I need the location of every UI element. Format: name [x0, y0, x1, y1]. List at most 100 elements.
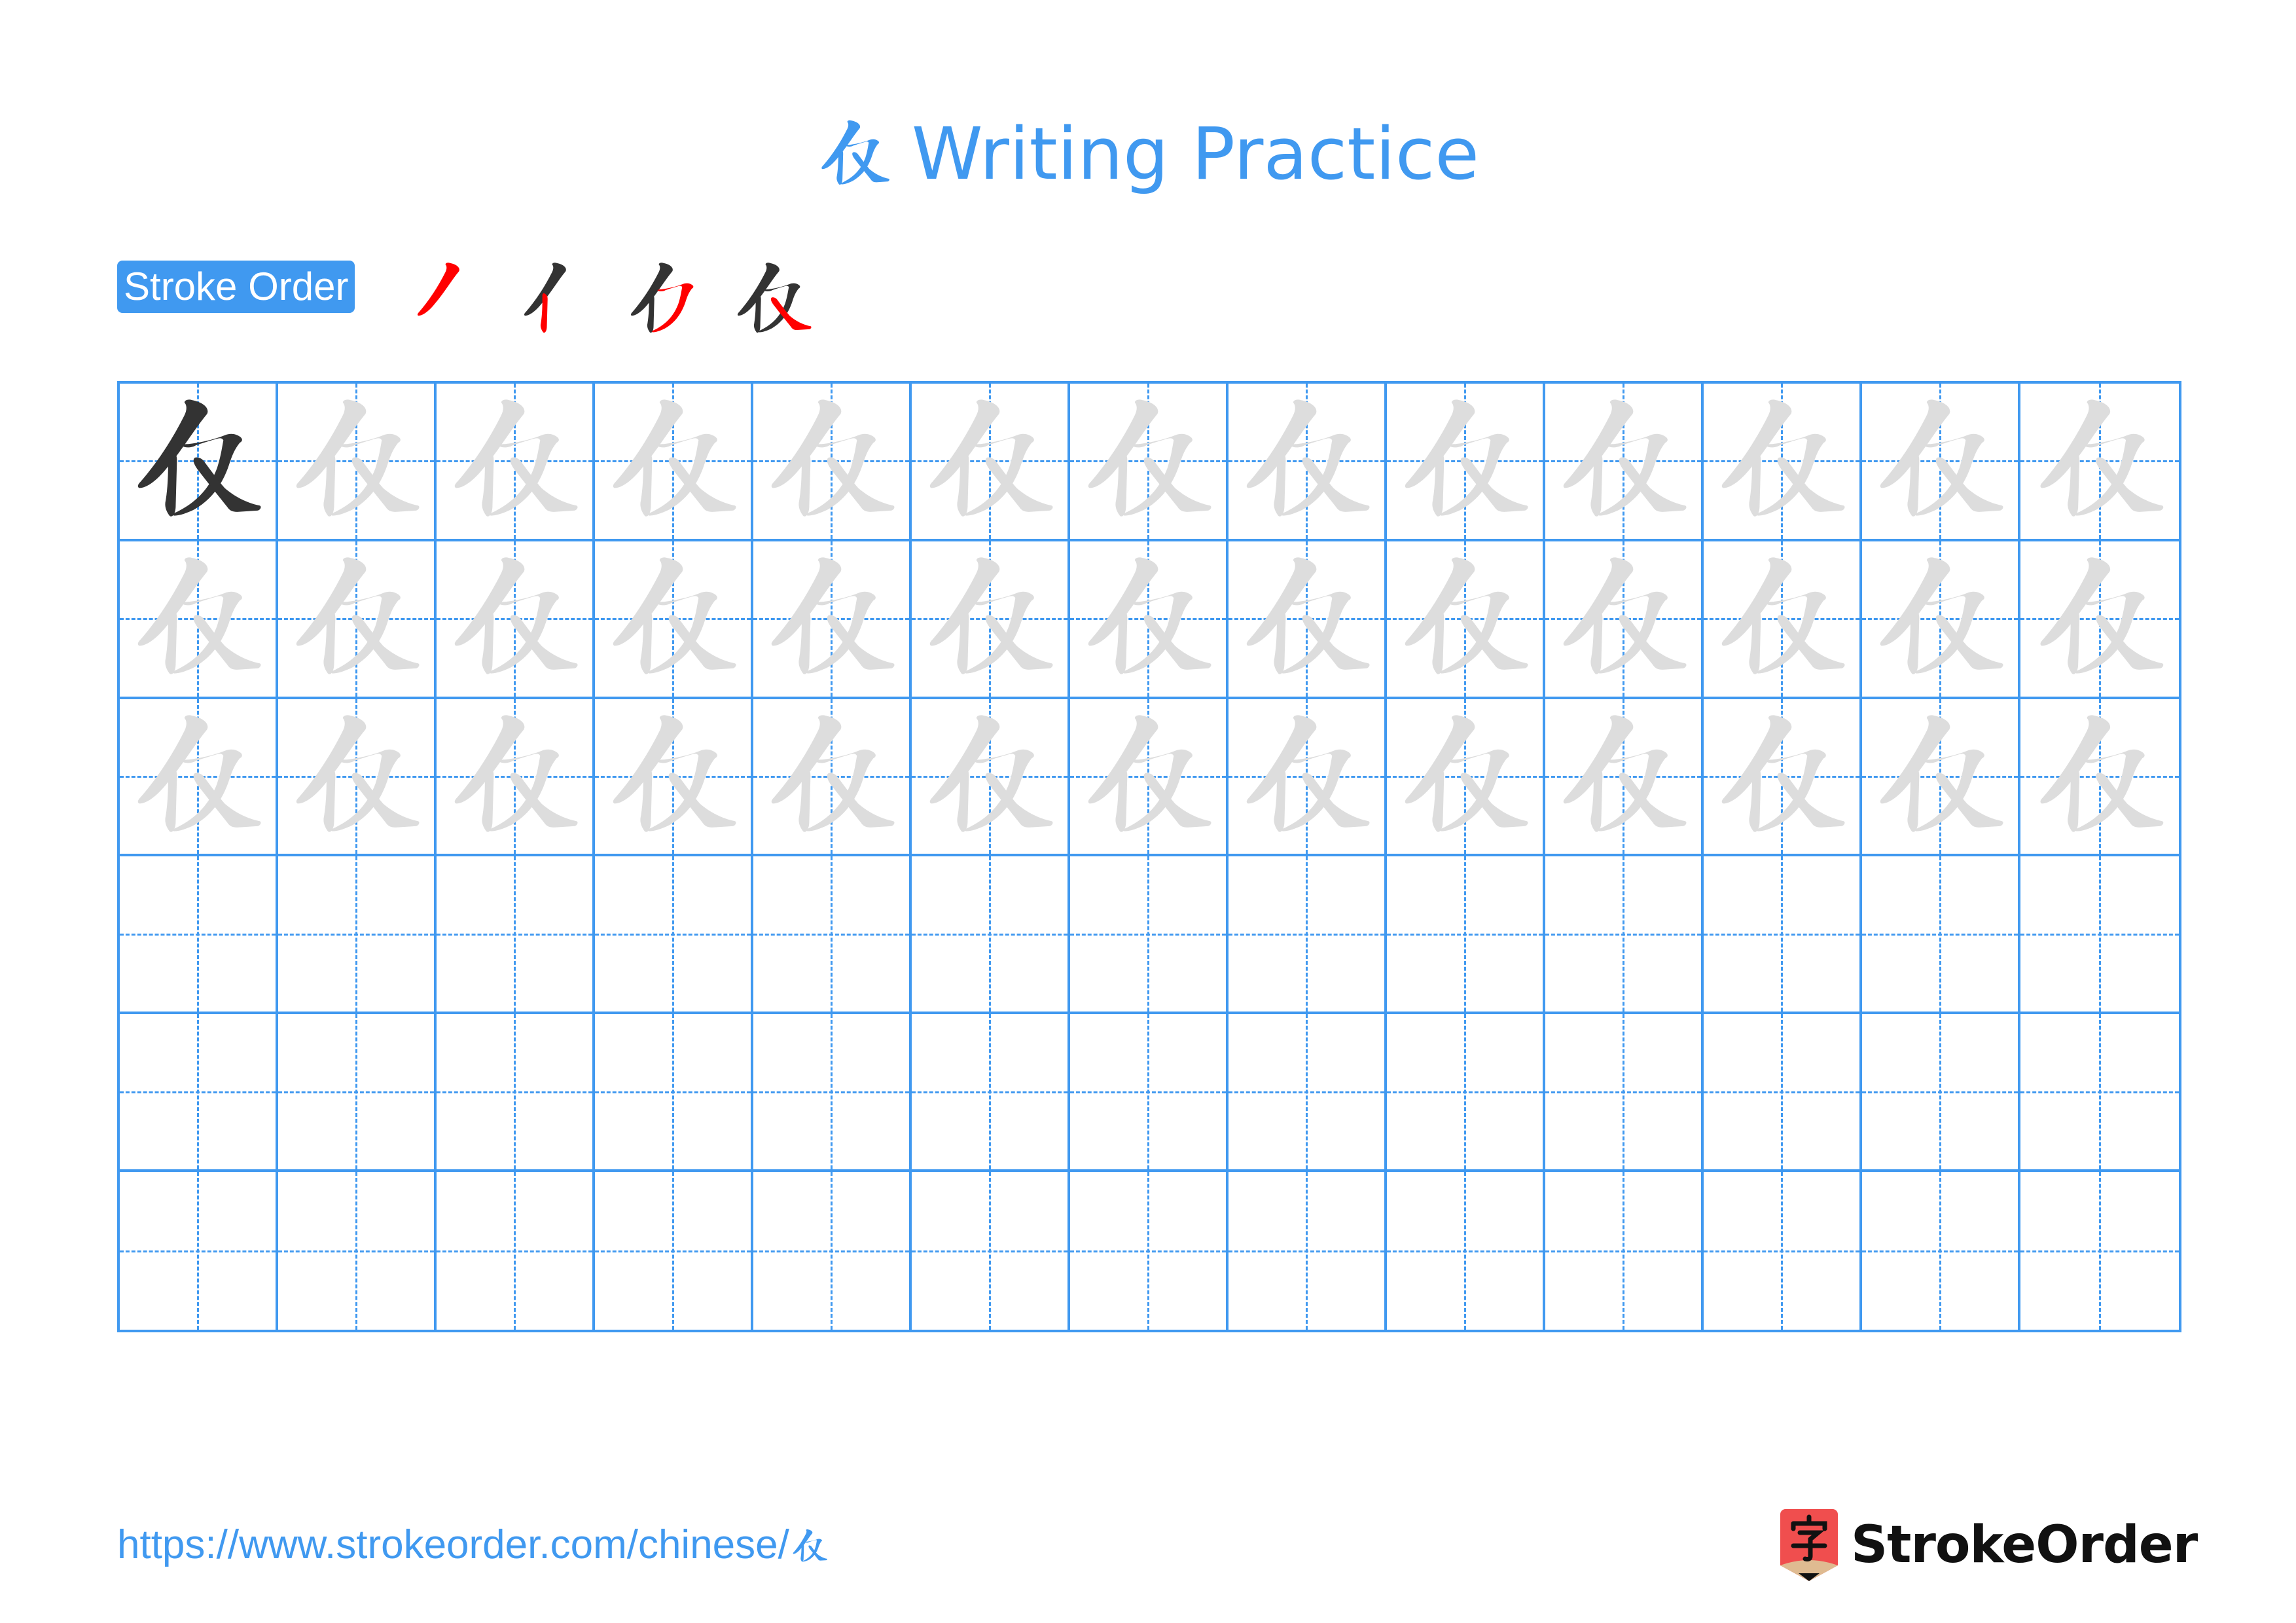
- practice-cell[interactable]: [1229, 1014, 1387, 1173]
- practice-cell[interactable]: [1704, 699, 1862, 857]
- practice-cell[interactable]: [753, 384, 912, 541]
- guide-line-horizontal: [278, 933, 434, 936]
- practice-cell[interactable]: [1862, 541, 2020, 699]
- guide-line-horizontal: [1387, 1091, 1543, 1093]
- practice-cell[interactable]: [437, 541, 595, 699]
- practice-cell[interactable]: [437, 384, 595, 541]
- practice-cell[interactable]: [120, 1014, 278, 1173]
- practice-cell[interactable]: [2020, 384, 2179, 541]
- practice-cell[interactable]: [1545, 1172, 1704, 1330]
- practice-cell[interactable]: [2020, 1014, 2179, 1173]
- practice-cell[interactable]: [1862, 1172, 2020, 1330]
- practice-cell[interactable]: [1387, 1172, 1545, 1330]
- trace-character: [1554, 551, 1691, 687]
- practice-cell[interactable]: [278, 699, 437, 857]
- practice-cell[interactable]: [595, 384, 753, 541]
- practice-cell[interactable]: [1387, 856, 1545, 1015]
- practice-cell[interactable]: [595, 1014, 753, 1173]
- practice-cell[interactable]: [753, 1014, 912, 1173]
- practice-cell[interactable]: [278, 384, 437, 541]
- practice-cell[interactable]: [1070, 541, 1229, 699]
- practice-cell[interactable]: [1862, 856, 2020, 1015]
- practice-cell[interactable]: [2020, 541, 2179, 699]
- practice-cell[interactable]: [1704, 1014, 1862, 1173]
- practice-cell[interactable]: [1070, 699, 1229, 857]
- footer-url-text[interactable]: https://www.strokeorder.com/chinese/: [117, 1519, 789, 1571]
- practice-cell[interactable]: [595, 541, 753, 699]
- guide-line-horizontal: [753, 1091, 909, 1093]
- trace-character: [604, 393, 741, 529]
- guide-line-horizontal: [1862, 933, 2018, 936]
- trace-character: [604, 708, 741, 845]
- guide-line-horizontal: [437, 1250, 592, 1252]
- practice-cell[interactable]: [120, 1172, 278, 1330]
- practice-cell[interactable]: [120, 384, 278, 541]
- practice-cell[interactable]: [1229, 541, 1387, 699]
- trace-character: [1871, 708, 2008, 845]
- practice-cell[interactable]: [437, 1014, 595, 1173]
- practice-cell[interactable]: [1387, 541, 1545, 699]
- practice-cell[interactable]: [278, 1172, 437, 1330]
- practice-cell[interactable]: [1545, 699, 1704, 857]
- guide-line-horizontal: [1704, 1250, 1859, 1252]
- practice-cell[interactable]: [278, 856, 437, 1015]
- guide-line-horizontal: [1862, 1091, 2018, 1093]
- practice-cell[interactable]: [1704, 856, 1862, 1015]
- practice-cell[interactable]: [753, 699, 912, 857]
- practice-cell[interactable]: [437, 1172, 595, 1330]
- practice-cell[interactable]: [2020, 1172, 2179, 1330]
- practice-cell[interactable]: [1229, 856, 1387, 1015]
- practice-cell[interactable]: [278, 1014, 437, 1173]
- practice-cell[interactable]: [2020, 699, 2179, 857]
- practice-cell[interactable]: [1704, 1172, 1862, 1330]
- practice-cell[interactable]: [912, 541, 1070, 699]
- practice-cell[interactable]: [120, 541, 278, 699]
- practice-cell[interactable]: [1070, 856, 1229, 1015]
- practice-cell[interactable]: [1387, 1014, 1545, 1173]
- practice-cell[interactable]: [120, 856, 278, 1015]
- practice-cell[interactable]: [912, 856, 1070, 1015]
- practice-cell[interactable]: [437, 856, 595, 1015]
- practice-cell[interactable]: [753, 541, 912, 699]
- brand-logo[interactable]: StrokeOrder: [1780, 1509, 2198, 1581]
- practice-cell[interactable]: [1862, 384, 2020, 541]
- practice-cell[interactable]: [1070, 1014, 1229, 1173]
- practice-cell[interactable]: [1545, 1014, 1704, 1173]
- practice-cell[interactable]: [595, 856, 753, 1015]
- trace-character: [1396, 393, 1533, 529]
- practice-cell[interactable]: [1704, 541, 1862, 699]
- practice-cell[interactable]: [1229, 384, 1387, 541]
- guide-line-horizontal: [912, 1250, 1067, 1252]
- practice-cell[interactable]: [753, 856, 912, 1015]
- practice-cell[interactable]: [912, 1172, 1070, 1330]
- trace-character: [1396, 708, 1533, 845]
- practice-cell[interactable]: [1387, 699, 1545, 857]
- guide-line-horizontal: [1704, 1091, 1859, 1093]
- stroke-step-3: [626, 259, 708, 340]
- practice-cell[interactable]: [2020, 856, 2179, 1015]
- practice-cell[interactable]: [1229, 699, 1387, 857]
- practice-cell[interactable]: [1704, 384, 1862, 541]
- practice-cell[interactable]: [1070, 1172, 1229, 1330]
- practice-cell[interactable]: [1070, 384, 1229, 541]
- practice-cell[interactable]: [1545, 856, 1704, 1015]
- practice-cell[interactable]: [1387, 384, 1545, 541]
- practice-cell[interactable]: [595, 1172, 753, 1330]
- practice-cell[interactable]: [912, 699, 1070, 857]
- footer-url-character[interactable]: [791, 1526, 829, 1564]
- practice-cell[interactable]: [912, 1014, 1070, 1173]
- practice-cell[interactable]: [595, 699, 753, 857]
- trace-character: [2030, 393, 2170, 529]
- practice-cell[interactable]: [1545, 541, 1704, 699]
- practice-cell[interactable]: [1545, 384, 1704, 541]
- practice-cell[interactable]: [120, 699, 278, 857]
- practice-cell[interactable]: [1862, 1014, 2020, 1173]
- trace-character: [2030, 708, 2170, 845]
- footer-url[interactable]: https://www.strokeorder.com/chinese/: [117, 1519, 829, 1571]
- practice-cell[interactable]: [278, 541, 437, 699]
- practice-cell[interactable]: [912, 384, 1070, 541]
- practice-cell[interactable]: [1229, 1172, 1387, 1330]
- practice-cell[interactable]: [753, 1172, 912, 1330]
- practice-cell[interactable]: [437, 699, 595, 857]
- practice-cell[interactable]: [1862, 699, 2020, 857]
